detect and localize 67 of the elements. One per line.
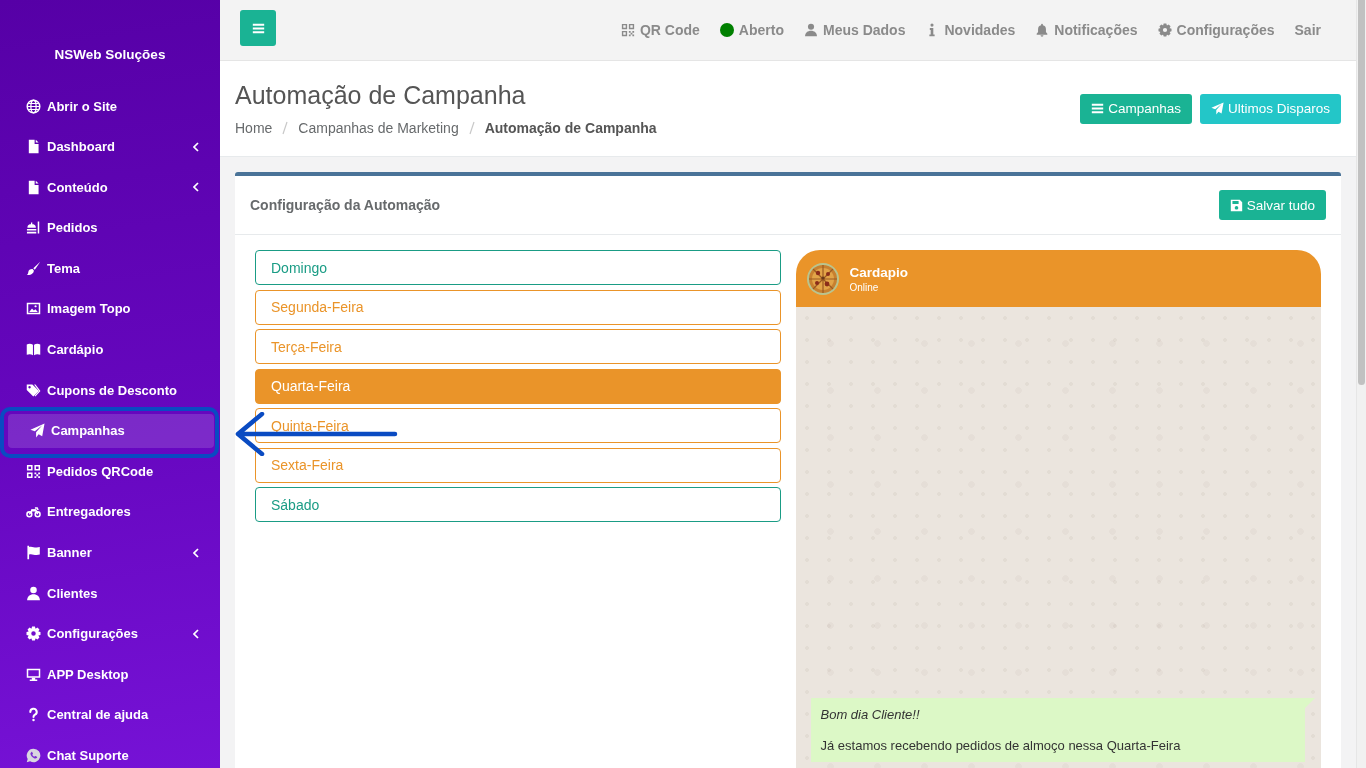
sidebar-item[interactable]: Cardápio [8, 337, 214, 362]
paper-plane-icon [30, 423, 45, 439]
current-page-label: Automação de Campanha [484, 119, 657, 136]
paper-plane-icon [1210, 102, 1224, 115]
question-mark-icon [26, 707, 41, 723]
contact-name: Cardapio [849, 264, 908, 280]
sidebar-item[interactable]: Entregadores [8, 499, 214, 524]
motorcycle-icon [26, 504, 41, 520]
nav-link[interactable]: Meus Dados [804, 22, 906, 38]
list-icon [1091, 102, 1105, 115]
pizza-icon [805, 261, 840, 296]
monitor-icon [26, 666, 41, 682]
cloche-icon [26, 220, 41, 236]
sidebar-item[interactable]: Banner [8, 540, 214, 565]
sidebar-item[interactable]: Pedidos QRCode [8, 459, 214, 484]
sidebar-item[interactable]: Dashboard [8, 134, 214, 159]
nav-link[interactable]: QR Code [620, 22, 700, 38]
phone-bubble-icon [26, 748, 41, 763]
sidebar-item[interactable]: Clientes [8, 581, 214, 606]
day-tab[interactable]: Sábado [255, 487, 781, 522]
nav-link[interactable]: Aberto [719, 22, 784, 38]
nav-link[interactable]: Notificações [1035, 22, 1138, 38]
book-icon [26, 342, 41, 358]
brush-icon [26, 260, 41, 276]
user-icon [26, 585, 41, 601]
sidebar-item[interactable]: Cupons de Desconto [8, 378, 214, 403]
document-icon [26, 139, 41, 155]
nav-link[interactable]: Configurações [1157, 22, 1275, 38]
nav-link[interactable]: Novidades [925, 22, 1016, 38]
sidebar-item[interactable]: APP Desktop [8, 662, 214, 687]
card-title: Configuração da Automação [250, 197, 441, 213]
scrollbar[interactable] [1356, 0, 1366, 768]
contact-status: Online [849, 281, 880, 293]
day-tab[interactable]: Domingo [255, 250, 781, 285]
sidebar-item[interactable]: Configurações [8, 621, 214, 646]
sidebar-item[interactable]: Pedidos [8, 215, 214, 240]
sidebar-item[interactable]: Central de ajuda [8, 702, 214, 727]
breadcrumb-link[interactable]: Campanhas de Marketing [298, 119, 459, 136]
message-text: Já estamos recebendo pedidos de almoço nessa Quarta-Feira [820, 737, 1182, 754]
qr-code-icon [620, 23, 635, 37]
sidebar-item[interactable]: Chat Suporte [8, 743, 214, 768]
settings-icon [26, 626, 41, 642]
nav-link[interactable]: Sair [1294, 22, 1321, 38]
sidebar-item[interactable]: Conteúdo [8, 175, 214, 200]
image-icon [26, 301, 41, 317]
sidebar-item[interactable]: Abrir o Site [8, 94, 214, 118]
message-text: Bom dia Cliente!! [820, 706, 921, 723]
sidebar-item[interactable]: Imagem Topo [8, 296, 214, 321]
page-title: Automação de Campanha [235, 79, 527, 110]
brand-name: NSWeb Soluções [53, 46, 167, 64]
menu-icon [251, 22, 265, 34]
scrollbar-thumb[interactable] [1358, 0, 1365, 385]
globe-icon [26, 98, 41, 114]
document-icon [26, 179, 41, 195]
bell-icon [1035, 23, 1050, 37]
qr-code-icon [26, 463, 41, 479]
breadcrumb-link[interactable]: Home [235, 119, 273, 136]
slash-separator [282, 120, 289, 135]
user-icon [804, 23, 818, 37]
sidebar-item[interactable]: Campanhas [8, 413, 214, 448]
tags-icon [26, 382, 41, 398]
save-icon [1229, 198, 1243, 212]
slash-separator [468, 120, 475, 135]
menu-button[interactable] [240, 10, 276, 46]
flag-icon [26, 545, 41, 561]
settings-icon [1157, 23, 1172, 37]
sidebar-item[interactable]: Tema [8, 256, 214, 281]
